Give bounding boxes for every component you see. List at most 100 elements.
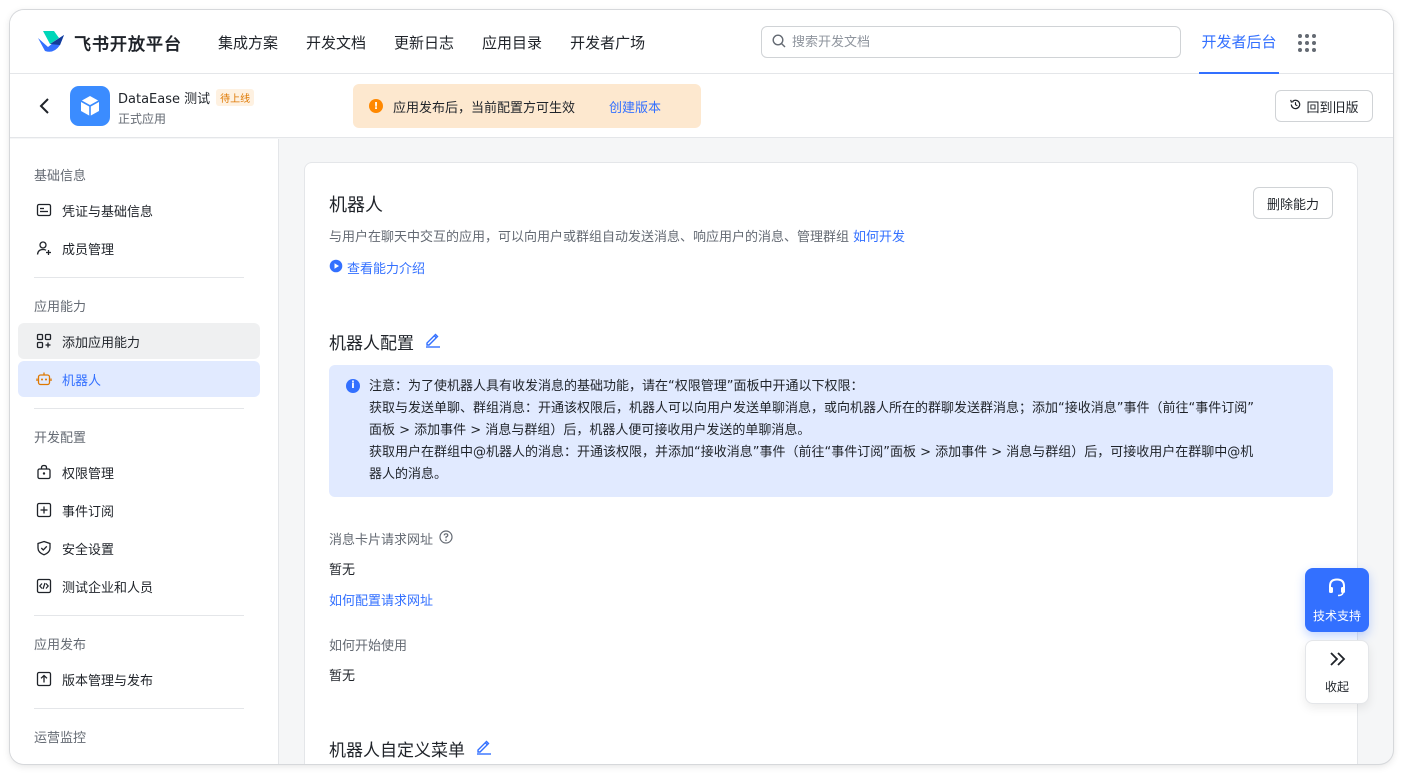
sidebar-divider — [34, 408, 244, 409]
sidebar-section-release: 应用发布 — [34, 638, 87, 653]
feishu-logo-icon — [36, 29, 66, 55]
custom-menu-title: 机器人自定义菜单 — [329, 741, 465, 761]
code-icon — [36, 578, 52, 594]
sidebar-item-events[interactable]: 事件订阅 — [18, 492, 260, 528]
sidebar-item-label: 测试企业和人员 — [62, 580, 154, 596]
search-icon — [772, 33, 786, 52]
sidebar-item-permissions[interactable]: 权限管理 — [18, 454, 260, 490]
app-avatar — [70, 86, 110, 126]
notice-text: 应用发布后，当前配置方可生效 — [393, 100, 576, 116]
app-name: DataEase 测试 — [118, 92, 211, 107]
cube-icon — [80, 96, 100, 116]
card-url-label-text: 消息卡片请求网址 — [329, 533, 434, 548]
bot-config-title: 机器人配置 — [329, 334, 414, 354]
sidebar-item-label: 安全设置 — [62, 542, 115, 558]
app-header: DataEase 测试 待上线 正式应用 ! 应用发布后，当前配置方可生效 创建… — [10, 74, 1393, 138]
apps-add-icon — [36, 333, 52, 349]
status-badge: 待上线 — [216, 89, 255, 106]
bot-config-heading: 机器人配置 — [329, 329, 442, 354]
edit-icon[interactable] — [424, 330, 442, 353]
sidebar-item-test-tenants[interactable]: 测试企业和人员 — [18, 568, 260, 604]
info-icon: i — [346, 379, 360, 393]
sidebar-item-bot[interactable]: 机器人 — [18, 361, 260, 397]
description-text: 与用户在聊天中交互的应用，可以向用户或群组自动发送消息、响应用户的消息、管理群组 — [329, 230, 850, 245]
info-line: 器人的消息。 — [369, 467, 448, 482]
back-arrow-icon[interactable] — [36, 96, 54, 116]
app-type: 正式应用 — [118, 112, 167, 126]
robot-icon — [36, 371, 52, 387]
tech-support-label: 技术支持 — [1312, 609, 1361, 623]
sidebar-section-dev-config: 开发配置 — [34, 431, 87, 446]
back-to-old-version-button[interactable]: 回到旧版 — [1275, 90, 1373, 122]
top-navbar: 飞书开放平台 集成方案 开发文档 更新日志 应用目录 开发者广场 开发者后台 — [10, 10, 1393, 74]
nav-link-docs[interactable]: 开发文档 — [306, 32, 366, 53]
delete-capability-button[interactable]: 删除能力 — [1253, 187, 1333, 219]
brand-name: 飞书开放平台 — [74, 34, 182, 55]
sidebar-section-monitoring: 运营监控 — [34, 731, 87, 746]
id-card-icon — [36, 202, 52, 218]
sidebar-divider — [34, 708, 244, 709]
search-input[interactable] — [792, 34, 1152, 50]
configure-url-link[interactable]: 如何配置请求网址 — [329, 590, 433, 609]
nav-link-app-directory[interactable]: 应用目录 — [482, 32, 542, 53]
nav-link-changelog[interactable]: 更新日志 — [394, 32, 454, 53]
search-box[interactable] — [761, 26, 1181, 58]
collapse-button[interactable]: 收起 — [1305, 640, 1369, 704]
edit-icon[interactable] — [475, 737, 493, 760]
user-add-icon — [36, 240, 52, 256]
sidebar-item-label: 机器人 — [62, 373, 102, 389]
sidebar-item-label: 事件订阅 — [62, 504, 115, 520]
upload-icon — [36, 671, 52, 687]
sidebar-item-label: 添加应用能力 — [62, 335, 141, 351]
help-circle-icon[interactable] — [439, 529, 453, 548]
sidebar-item-version-release[interactable]: 版本管理与发布 — [18, 661, 260, 697]
sidebar-item-credentials[interactable]: 凭证与基础信息 — [18, 192, 260, 228]
how-to-start-label: 如何开始使用 — [329, 639, 408, 654]
shield-icon — [36, 540, 52, 556]
brand-logo[interactable]: 飞书开放平台 — [36, 29, 182, 55]
permission-info-box: i 注意：为了使机器人具有收发消息的基础功能，请在“权限管理”面板中开通以下权限… — [329, 365, 1333, 497]
card-url-label: 消息卡片请求网址 — [329, 529, 453, 548]
custom-menu-heading: 机器人自定义菜单 — [329, 736, 493, 761]
info-line: 获取与发送单聊、群组消息：开通该权限后，机器人可以向用户发送单聊消息，或向机器人… — [369, 401, 1254, 416]
event-add-icon — [36, 502, 52, 518]
sidebar-item-label: 成员管理 — [62, 242, 115, 258]
sidebar-divider — [34, 615, 244, 616]
tech-support-button[interactable]: 技术支持 — [1305, 568, 1369, 632]
app-grid-icon[interactable] — [1298, 34, 1316, 52]
create-version-link[interactable]: 创建版本 — [609, 97, 661, 116]
info-line: 获取用户在群组中@机器人的消息：开通该权限，并添加“接收消息”事件（前往“事件订… — [369, 445, 1254, 460]
nav-link-developer-square[interactable]: 开发者广场 — [570, 32, 645, 53]
history-icon — [1289, 98, 1302, 115]
sidebar-item-security[interactable]: 安全设置 — [18, 530, 260, 566]
info-line: 面板 > 添加事件 > 消息与群组）后，机器人便可接收用户发送的单聊消息。 — [369, 423, 811, 438]
sidebar-divider — [34, 277, 244, 278]
collapse-label: 收起 — [1324, 680, 1349, 694]
card-url-value: 暂无 — [329, 563, 356, 578]
page-description: 与用户在聊天中交互的应用，可以向用户或群组自动发送消息、响应用户的消息、管理群组… — [329, 226, 905, 245]
sidebar-item-members[interactable]: 成员管理 — [18, 230, 260, 266]
main-nav: 集成方案 开发文档 更新日志 应用目录 开发者广场 — [218, 10, 673, 74]
nav-link-solutions[interactable]: 集成方案 — [218, 32, 278, 53]
how-to-start-value: 暂无 — [329, 669, 356, 684]
page-title: 机器人 — [329, 195, 383, 216]
lock-icon — [36, 464, 52, 480]
bot-capability-card: 机器人 与用户在聊天中交互的应用，可以向用户或群组自动发送消息、响应用户的消息、… — [304, 162, 1358, 764]
double-chevron-right-icon — [1327, 649, 1347, 672]
view-intro-label: 查看能力介绍 — [347, 262, 426, 277]
view-intro-link[interactable]: 查看能力介绍 — [329, 258, 425, 277]
headset-icon — [1326, 576, 1348, 601]
app-window: 飞书开放平台 集成方案 开发文档 更新日志 应用目录 开发者广场 开发者后台 — [10, 10, 1393, 764]
sidebar: 基础信息 凭证与基础信息 成员管理 应用能力 添加应用能力 机器人 开发配置 权… — [10, 139, 279, 764]
back-to-old-version-label: 回到旧版 — [1306, 100, 1359, 116]
tab-developer-console[interactable]: 开发者后台 — [1199, 10, 1279, 74]
sidebar-item-label: 权限管理 — [62, 466, 115, 482]
how-to-develop-link[interactable]: 如何开发 — [853, 230, 905, 245]
sidebar-item-label: 版本管理与发布 — [62, 673, 154, 689]
sidebar-item-add-capability[interactable]: 添加应用能力 — [18, 323, 260, 359]
info-line: 注意：为了使机器人具有收发消息的基础功能，请在“权限管理”面板中开通以下权限： — [369, 379, 864, 394]
sidebar-section-capabilities: 应用能力 — [34, 300, 87, 315]
publish-notice: ! 应用发布后，当前配置方可生效 创建版本 — [353, 84, 701, 128]
warning-icon: ! — [369, 99, 383, 113]
sidebar-section-basic: 基础信息 — [34, 169, 87, 184]
